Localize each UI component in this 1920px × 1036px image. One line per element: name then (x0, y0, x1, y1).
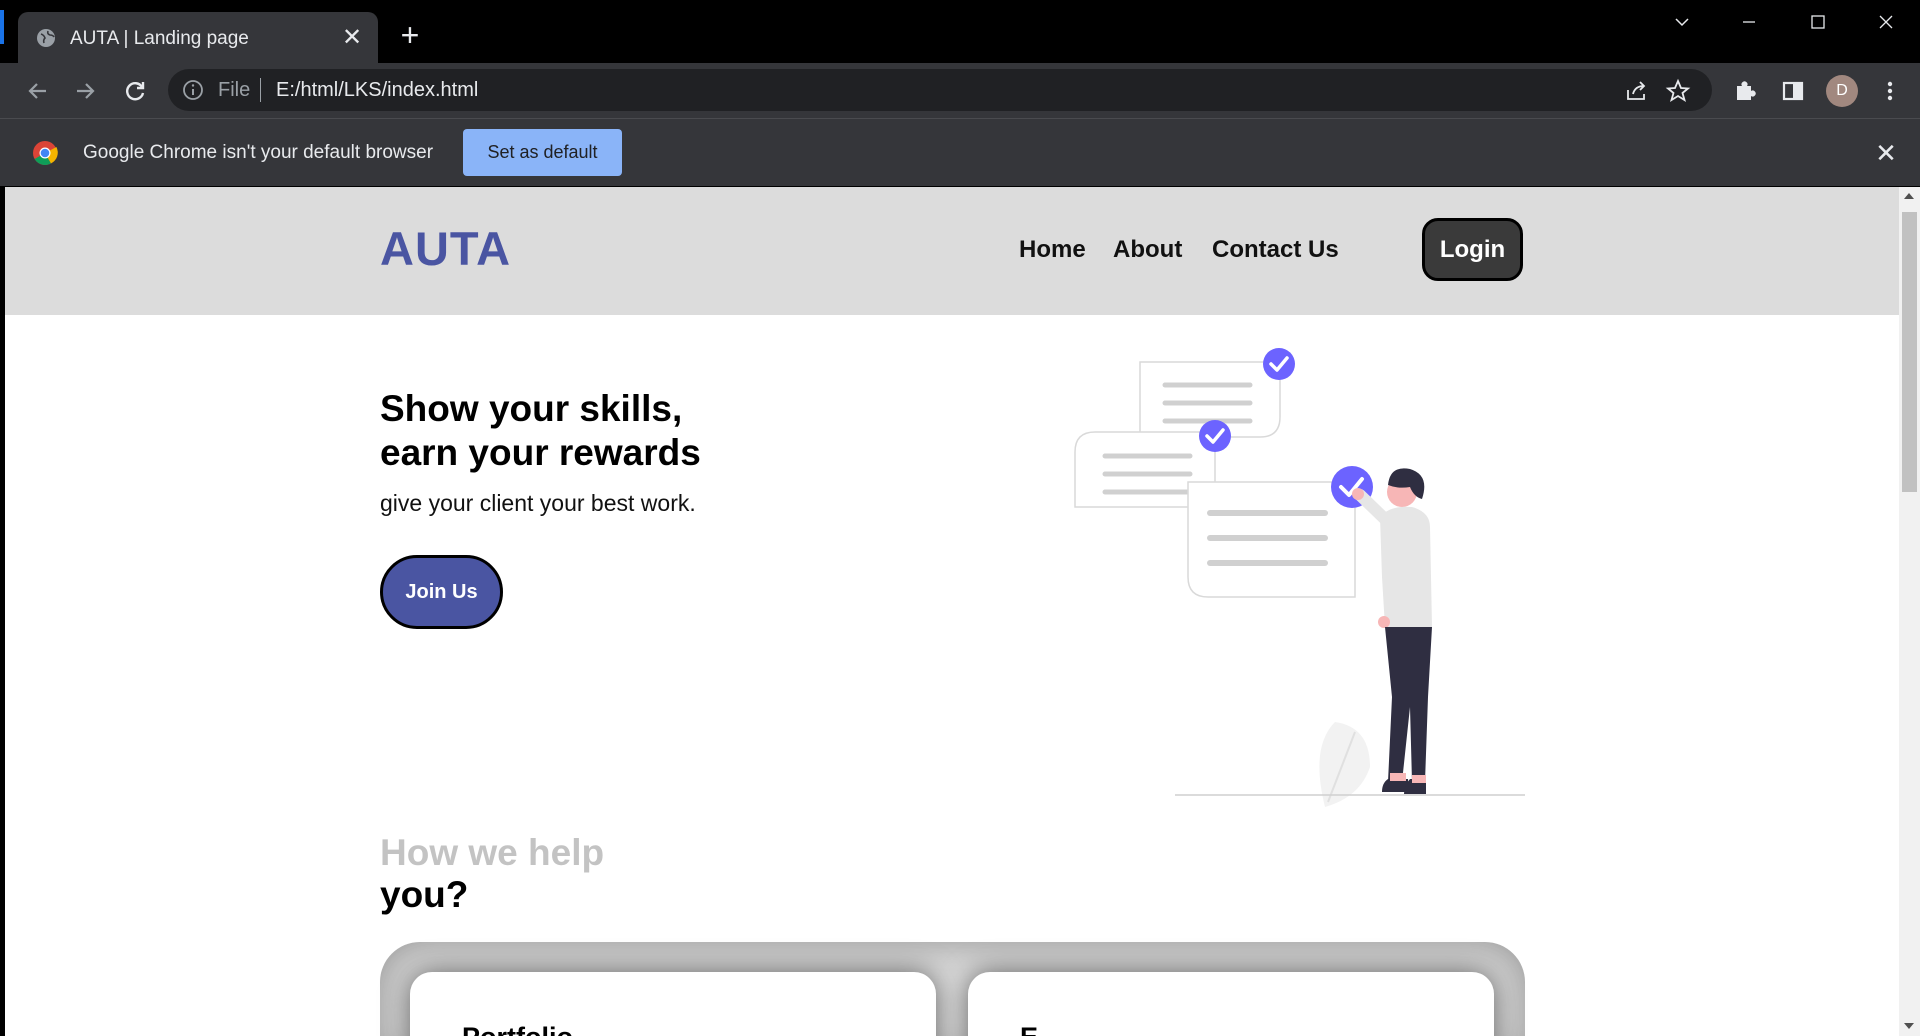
reload-icon[interactable] (121, 77, 149, 105)
infobar-message: Google Chrome isn't your default browser (83, 142, 434, 163)
join-us-button[interactable]: Join Us (380, 555, 503, 629)
page-scrollbar[interactable] (1899, 187, 1920, 1036)
side-panel-icon[interactable] (1779, 77, 1807, 105)
brand-logo[interactable]: AUTA (380, 221, 511, 276)
hero-title-line-2: earn your rewards (380, 432, 701, 473)
address-bar[interactable]: File E:/html/LKS/index.html (168, 69, 1712, 111)
site-header: AUTA Home About Contact Us Login (5, 187, 1899, 315)
card-title: Portfolio (462, 1022, 573, 1036)
omnibox-divider (260, 78, 261, 102)
globe-icon (36, 28, 56, 48)
page-viewport: AUTA Home About Contact Us Login Show yo… (5, 187, 1899, 1036)
service-card-portfolio[interactable]: Portfolio (410, 972, 936, 1036)
forward-arrow-icon[interactable] (71, 77, 99, 105)
hero-illustration (1074, 348, 1525, 807)
maximize-icon[interactable] (1796, 8, 1840, 36)
scrollbar-thumb[interactable] (1902, 212, 1917, 492)
site-info-icon[interactable] (182, 79, 204, 101)
scroll-down-arrow-icon[interactable] (1904, 1023, 1914, 1029)
browser-tab-strip: AUTA | Landing page ✕ + (0, 0, 1920, 63)
chrome-logo-icon (32, 140, 58, 166)
kebab-menu-icon[interactable] (1876, 77, 1904, 105)
profile-avatar[interactable]: D (1826, 75, 1858, 107)
url-text[interactable]: E:/html/LKS/index.html (276, 79, 478, 102)
nav-home-link[interactable]: Home (1019, 236, 1086, 264)
browser-tab[interactable]: AUTA | Landing page ✕ (18, 12, 378, 63)
heading-strong-part: you? (380, 874, 469, 915)
window-edge (0, 10, 4, 44)
bookmark-star-icon[interactable] (1665, 78, 1691, 104)
extensions-puzzle-icon[interactable] (1731, 77, 1759, 105)
new-tab-plus-icon[interactable]: + (394, 19, 426, 52)
check-circle-icon (1263, 348, 1295, 380)
minimize-icon[interactable] (1727, 8, 1771, 36)
tab-search-chevron-icon[interactable] (1660, 8, 1704, 36)
share-icon[interactable] (1624, 78, 1650, 104)
how-we-help-heading: How we help you? (380, 832, 604, 916)
login-button[interactable]: Login (1422, 218, 1523, 281)
document-card-front (1187, 481, 1356, 598)
hero-title: Show your skills, earn your rewards (380, 387, 701, 475)
card-title: E (1020, 1022, 1038, 1036)
tab-close-icon[interactable]: ✕ (338, 24, 366, 52)
nav-about-link[interactable]: About (1113, 236, 1182, 264)
back-arrow-icon[interactable] (24, 77, 52, 105)
nav-contact-link[interactable]: Contact Us (1212, 236, 1339, 264)
url-scheme-label: File (218, 79, 251, 101)
tab-title: AUTA | Landing page (70, 28, 249, 49)
check-circle-icon (1199, 420, 1231, 452)
default-browser-infobar: Google Chrome isn't your default browser… (0, 118, 1920, 186)
hero-title-line-1: Show your skills, (380, 388, 683, 429)
window-close-icon[interactable] (1864, 8, 1908, 36)
scroll-up-arrow-icon[interactable] (1904, 193, 1914, 199)
service-card-second[interactable]: E (968, 972, 1494, 1036)
infobar-close-icon[interactable]: ✕ (1872, 139, 1900, 167)
hero-subtitle: give your client your best work. (380, 490, 696, 516)
set-as-default-button[interactable]: Set as default (463, 129, 622, 176)
browser-toolbar: File E:/html/LKS/index.html D (0, 63, 1920, 118)
heading-muted-part: How we help (380, 832, 605, 873)
